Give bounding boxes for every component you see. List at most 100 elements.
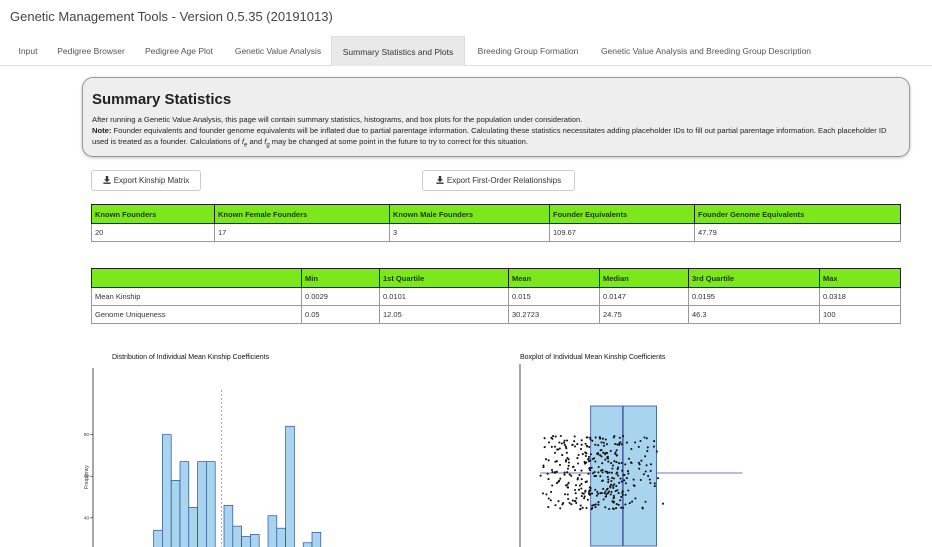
data-point (554, 435, 557, 438)
data-point (647, 474, 650, 478)
tab-breeding-group-formation[interactable]: Breeding Group Formation (468, 36, 588, 66)
data-point (624, 503, 627, 506)
data-point (637, 461, 640, 464)
data-point (586, 445, 589, 448)
data-point (545, 493, 548, 496)
data-point (615, 503, 618, 506)
data-point (645, 464, 648, 467)
data-point (576, 477, 579, 480)
data-point (555, 470, 558, 473)
data-point (652, 445, 655, 448)
data-point (589, 487, 592, 490)
export-kinship-button[interactable]: Export Kinship Matrix (91, 170, 201, 191)
data-point (583, 462, 587, 465)
data-point (578, 484, 581, 487)
data-point (630, 461, 633, 465)
data-point (574, 492, 577, 495)
data-point (557, 500, 560, 503)
data-point (616, 474, 620, 477)
data-point (551, 437, 554, 440)
table-cell: 109.67 (549, 223, 695, 242)
data-point (597, 444, 600, 447)
data-point (553, 445, 557, 448)
data-point (570, 474, 573, 477)
data-point (627, 472, 630, 475)
data-point (649, 481, 652, 485)
table-cell: 3 (389, 223, 550, 242)
histogram-bar (276, 527, 286, 547)
data-point (644, 455, 647, 458)
data-point (555, 460, 558, 463)
data-point (562, 502, 565, 505)
col-header: 1st Quartile (379, 268, 509, 288)
table-cell: 0.0029 (301, 287, 380, 306)
col-header: Mean (508, 268, 600, 288)
quartile-table: Min 1st Quartile Mean Median 3rd Quartil… (91, 268, 901, 324)
data-point (544, 458, 548, 461)
tab-gva-breeding-description[interactable]: Genetic Value Analysis and Breeding Grou… (590, 36, 822, 66)
data-point (565, 451, 568, 454)
tab-pedigree-browser[interactable]: Pedigree Browser (50, 36, 132, 66)
data-point (623, 479, 626, 482)
table-cell: 20 (91, 223, 215, 242)
data-point (600, 469, 603, 472)
data-point (573, 435, 576, 438)
data-point (648, 478, 651, 481)
data-point (614, 489, 617, 493)
data-point (615, 461, 618, 464)
tab-genetic-value-analysis[interactable]: Genetic Value Analysis (226, 36, 330, 66)
tab-input[interactable]: Input (9, 36, 47, 66)
data-point (612, 497, 615, 500)
histogram-chart: 20406080Frequency (84, 368, 322, 547)
data-point (612, 507, 615, 511)
data-point (580, 443, 583, 446)
data-point (627, 489, 630, 492)
data-point (594, 506, 597, 509)
tab-summary-statistics[interactable]: Summary Statistics and Plots (331, 36, 465, 66)
table-cell: 30.2723 (508, 305, 600, 324)
app-title: Genetic Management Tools - Version 0.5.3… (10, 9, 333, 24)
data-point (587, 460, 590, 463)
data-point (594, 460, 597, 463)
data-point (600, 441, 603, 444)
data-point (622, 473, 625, 477)
data-point (580, 495, 583, 498)
data-point (597, 492, 600, 495)
table-cell: 0.015 (508, 287, 600, 306)
data-point (607, 478, 610, 481)
data-point (574, 484, 578, 487)
export-first-order-button[interactable]: Export First-Order Relationships (422, 170, 575, 191)
data-point (608, 471, 611, 474)
data-point (586, 498, 589, 501)
data-point (621, 493, 624, 496)
data-point (585, 506, 588, 510)
data-point (563, 471, 566, 474)
data-point (566, 439, 569, 442)
col-header: Max (819, 268, 901, 288)
data-point (615, 472, 618, 475)
data-point (597, 465, 600, 469)
data-point (601, 462, 604, 465)
data-point (604, 458, 607, 461)
note-text-b: may be changed at some point in the futu… (269, 137, 529, 146)
data-point (591, 457, 594, 461)
col-header: Min (301, 268, 380, 288)
data-point (541, 492, 545, 495)
data-point (615, 449, 618, 452)
data-point (653, 482, 656, 485)
data-point (566, 493, 569, 496)
data-point (622, 506, 625, 509)
summary-title: Summary Statistics (92, 91, 232, 108)
data-point (557, 448, 560, 451)
data-point (585, 480, 588, 483)
row-label: Genome Uniqueness (91, 305, 302, 324)
tab-pedigree-age-plot[interactable]: Pedigree Age Plot (136, 36, 222, 66)
data-point (605, 443, 608, 446)
data-point (566, 456, 569, 460)
data-point (624, 482, 627, 485)
data-point (619, 477, 622, 480)
data-point (609, 449, 612, 452)
data-point (588, 493, 591, 496)
data-point (630, 447, 633, 451)
data-point (571, 499, 574, 502)
